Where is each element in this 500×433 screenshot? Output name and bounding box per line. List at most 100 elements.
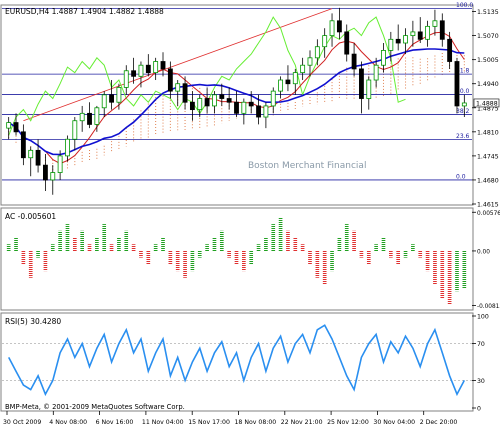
candle-bear[interactable] <box>447 38 453 62</box>
candle-bear[interactable] <box>204 98 210 107</box>
time-tick-label: 11 Nov 04:00 <box>142 419 184 426</box>
candle-bull[interactable] <box>123 70 129 88</box>
time-tick-label: 25 Nov 12:00 <box>327 419 369 426</box>
candle-bull[interactable] <box>432 20 438 27</box>
candle-bear[interactable] <box>248 101 254 107</box>
fib-level-label: 23.6 <box>456 133 470 140</box>
rsi-tick-label: 0 <box>477 406 481 413</box>
candle-bear[interactable] <box>42 164 48 181</box>
candle-bull[interactable] <box>138 64 144 77</box>
candle-bear[interactable] <box>35 149 41 166</box>
candle-bull[interactable] <box>57 155 63 173</box>
time-tick-label: 6 Nov 16:00 <box>96 419 134 426</box>
candle-bull[interactable] <box>366 79 372 99</box>
rsi-title: RSI(5) 30.4280 <box>5 317 61 326</box>
candle-bull[interactable] <box>388 38 394 51</box>
candle-bull[interactable] <box>270 90 276 107</box>
candle-bull[interactable] <box>461 102 467 107</box>
candle-bull[interactable] <box>72 120 78 140</box>
candle-bear[interactable] <box>226 98 232 103</box>
symbol-header: EURUSD,H4 1.4887 1.4904 1.4882 1.4888 <box>5 7 164 16</box>
candle-bear[interactable] <box>234 101 239 114</box>
candle-bear[interactable] <box>131 70 137 77</box>
candle-bear[interactable] <box>160 61 166 70</box>
time-tick-label: 30 Nov 04:00 <box>373 419 415 426</box>
fib-level-label: 100.0 <box>456 2 473 9</box>
candle-bear[interactable] <box>219 94 225 99</box>
rsi-panel[interactable] <box>0 312 474 412</box>
candle-bear[interactable] <box>167 68 173 92</box>
candle-bear[interactable] <box>109 94 114 103</box>
candle-bull[interactable] <box>153 61 159 74</box>
chart-window: 100.0 61.8 50.0 38.2 23.6 0.0 1.5135 1.5070 1.5… <box>0 0 500 429</box>
rsi-tick-label: 30 <box>477 378 485 385</box>
candle-bull[interactable] <box>403 35 408 44</box>
candle-bull[interactable] <box>28 149 34 159</box>
time-tick-label: 4 Nov 08:00 <box>49 419 87 426</box>
candle-bear[interactable] <box>395 38 401 44</box>
price-tick-label: 1.4615 <box>477 202 499 209</box>
candle-bull[interactable] <box>116 87 122 103</box>
candle-bull[interactable] <box>175 83 181 92</box>
candle-bull[interactable] <box>322 35 328 48</box>
candle-bull[interactable] <box>197 98 203 111</box>
candle-bear[interactable] <box>189 101 195 111</box>
time-tick-label: 2 Dec 20:00 <box>420 419 458 426</box>
candle-bull[interactable] <box>278 79 284 92</box>
candle-bull[interactable] <box>241 101 247 114</box>
price-tick-label: 1.4940 <box>477 81 499 88</box>
chart-svg: 100.061.850.038.223.60.0 1.51351.50701.5… <box>0 2 500 426</box>
candle-bull[interactable] <box>263 105 269 118</box>
price-tick-label: 1.4745 <box>477 153 499 160</box>
candle-bull[interactable] <box>292 72 298 85</box>
candle-bull[interactable] <box>94 107 100 125</box>
candle-bull[interactable] <box>101 94 107 109</box>
ac-title: AC -0.005601 <box>5 212 56 221</box>
candle-bull[interactable] <box>410 31 416 37</box>
rsi-tick-label: 70 <box>477 341 485 348</box>
candle-bear[interactable] <box>20 131 26 159</box>
candle-bear[interactable] <box>359 68 364 99</box>
candle-bull[interactable] <box>79 112 85 122</box>
current-price-label: 1.4888 <box>476 100 498 107</box>
candle-bull[interactable] <box>300 64 306 74</box>
fib-level-label: 38.2 <box>456 108 470 115</box>
candle-bear[interactable] <box>285 79 291 85</box>
candle-bear[interactable] <box>87 112 92 125</box>
price-tick-label: 1.5070 <box>477 33 499 40</box>
ac-tick-label: 0.005761 <box>477 211 500 217</box>
watermark-text: Boston Merchant Financial <box>248 161 366 171</box>
candle-bull[interactable] <box>373 64 379 81</box>
candle-bear[interactable] <box>256 105 261 118</box>
rsi-tick-label: 100 <box>477 314 489 321</box>
candle-bear[interactable] <box>439 20 445 40</box>
price-tick-label: 1.4810 <box>477 129 499 136</box>
candle-bear[interactable] <box>13 122 19 133</box>
candle-bear[interactable] <box>344 31 350 55</box>
price-tick-label: 1.5005 <box>477 57 499 64</box>
candle-bull[interactable] <box>381 50 386 66</box>
price-tick-label: 1.5135 <box>477 9 499 16</box>
candle-bull[interactable] <box>314 46 320 59</box>
candle-bull[interactable] <box>6 122 12 129</box>
ac-tick-label: -0.00813 <box>477 304 500 310</box>
candle-bull[interactable] <box>307 57 313 66</box>
candle-bear[interactable] <box>351 53 357 70</box>
candle-bull[interactable] <box>329 20 335 37</box>
candle-bull[interactable] <box>212 94 217 107</box>
fib-level-label: 0.0 <box>456 173 466 180</box>
price-tick-label: 1.4680 <box>477 177 499 184</box>
time-tick-label: 18 Nov 08:00 <box>235 419 277 426</box>
candle-bull[interactable] <box>50 172 56 181</box>
candle-bear[interactable] <box>417 31 423 40</box>
time-tick-label: 15 Nov 17:00 <box>188 419 230 426</box>
candle-bear[interactable] <box>336 20 342 33</box>
candle-bear[interactable] <box>454 61 460 107</box>
candle-bull[interactable] <box>425 25 431 40</box>
ac-tick-label: 0.00 <box>477 249 490 255</box>
candle-bear[interactable] <box>145 64 151 74</box>
candle-bull[interactable] <box>65 138 70 157</box>
candle-bear[interactable] <box>182 83 188 103</box>
time-tick-label: 22 Nov 21:00 <box>281 419 323 426</box>
copyright-text: BMP-Meta, © 2001-2009 MetaQuotes Softwar… <box>5 403 185 411</box>
